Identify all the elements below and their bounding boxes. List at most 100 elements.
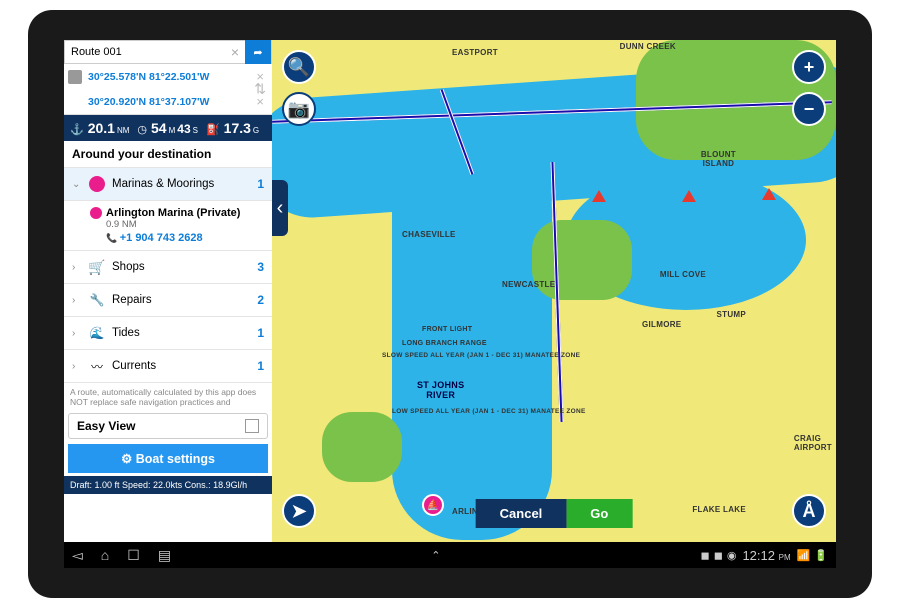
gps-icon: ◉: [727, 549, 737, 562]
map-label: STUMP: [717, 310, 747, 319]
waypoint-start-coords: 30°25.578'N 81°22.501'W: [88, 71, 252, 83]
shop-icon: 🛒: [88, 258, 106, 276]
search-button[interactable]: 🔍: [282, 50, 316, 84]
poi-pin-icon: [90, 207, 102, 219]
poi-phone[interactable]: +1 904 743 2628: [106, 232, 264, 244]
back-button[interactable]: ◅: [72, 547, 83, 564]
share-button[interactable]: ➦: [245, 40, 271, 64]
poi-name-row: Arlington Marina (Private): [90, 207, 264, 219]
nav-icons: ◅ ⌂ ☐ ▤: [72, 547, 171, 564]
sidebar-collapse-tab[interactable]: ‹: [272, 180, 288, 236]
repair-icon: 🔧: [88, 291, 106, 309]
clock-ampm: PM: [779, 553, 791, 562]
category-count: 1: [257, 359, 264, 373]
share-icon: ➦: [253, 46, 262, 59]
recent-apps-button[interactable]: ☐: [127, 547, 140, 564]
category-shops[interactable]: › 🛒 Shops 3: [64, 251, 272, 284]
distance-unit: NM: [117, 126, 129, 135]
category-count: 3: [257, 260, 264, 274]
camera-icon: 📷: [288, 99, 310, 120]
category-currents[interactable]: › 〰 Currents 1: [64, 350, 272, 383]
fuel-icon: ⛽: [206, 123, 220, 136]
route-header: × ➦: [64, 40, 272, 64]
currents-icon: 〰: [88, 357, 106, 375]
tablet-frame: × ➦ 30°25.578'N 81°22.501'W × 30°20.920'…: [28, 10, 872, 598]
swap-waypoints-icon[interactable]: ⇅: [254, 81, 266, 98]
notification-icon: ◼: [714, 549, 723, 562]
search-icon: 🔍: [288, 57, 310, 78]
overflow-icon[interactable]: ⌃: [431, 549, 440, 562]
clear-route-icon[interactable]: ×: [225, 44, 245, 60]
category-tides[interactable]: › 🌊 Tides 1: [64, 317, 272, 350]
map-label: DUNN CREEK: [620, 42, 676, 51]
map-label: CRAIG AIRPORT: [794, 434, 832, 452]
waypoint-end-coords: 30°20.920'N 81°37.107'W: [88, 96, 252, 108]
route-action-buttons: Cancel Go: [476, 499, 633, 528]
status-tray-right: 📶 🔋: [797, 549, 828, 562]
tides-icon: 🌊: [88, 324, 106, 342]
easy-view-label: Easy View: [77, 419, 245, 433]
anchor-icon: ⚓: [70, 123, 84, 136]
map-label: FLAKE LAKE: [692, 505, 746, 514]
category-label: Currents: [112, 360, 257, 372]
boat-settings-button[interactable]: Boat settings: [68, 444, 268, 473]
fuel-value: 17.3: [224, 120, 251, 136]
poi-name: Arlington Marina (Private): [106, 207, 240, 219]
waypoint-start-icon: [68, 70, 82, 84]
divider-icon: Å: [803, 501, 816, 522]
time-sec-value: 43: [177, 122, 190, 136]
nautical-chart[interactable]: EASTPORT DUNN CREEK BLOUNT ISLAND CHASEV…: [272, 40, 836, 542]
waypoint-end-icon: [68, 95, 82, 109]
map-label: FRONT LIGHT: [422, 326, 472, 333]
go-button[interactable]: Go: [566, 499, 632, 528]
android-system-bar: ◅ ⌂ ☐ ▤ ⌃ ◼ ◼ ◉ 12:12 PM 📶 🔋: [64, 542, 836, 568]
category-count: 2: [257, 293, 264, 307]
locate-button[interactable]: ➤: [282, 494, 316, 528]
map-label: ST JOHNS RIVER: [417, 380, 464, 400]
boat-params-line: Draft: 1.00 ft Speed: 22.0kts Cons.: 18.…: [64, 476, 272, 494]
category-label: Tides: [112, 327, 257, 339]
marina-icon: [88, 175, 106, 193]
zoom-in-button[interactable]: +: [792, 50, 826, 84]
clock-icon: ◷: [137, 123, 147, 136]
waypoint-start[interactable]: 30°25.578'N 81°22.501'W ×: [64, 64, 272, 89]
waypoints-panel: 30°25.578'N 81°22.501'W × 30°20.920'N 81…: [64, 64, 272, 115]
chevron-right-icon: ›: [72, 328, 82, 339]
cancel-button[interactable]: Cancel: [476, 499, 567, 528]
minus-icon: −: [804, 99, 815, 120]
map-label: MILL COVE: [660, 270, 706, 279]
home-button[interactable]: ⌂: [101, 547, 109, 563]
measure-button[interactable]: Å: [792, 494, 826, 528]
map-label: GILMORE: [642, 320, 681, 329]
hazard-marker-icon: [592, 190, 606, 202]
camera-button[interactable]: 📷: [282, 92, 316, 126]
chevron-right-icon: ›: [72, 295, 82, 306]
category-label: Marinas & Moorings: [112, 178, 257, 190]
waypoint-end[interactable]: 30°20.920'N 81°37.107'W ×: [64, 89, 272, 114]
route-stats-bar: ⚓ 20.1 NM ◷ 54 M 43 S ⛽ 17.3 G: [64, 115, 272, 141]
map-label: SLOW SPEED ALL YEAR (JAN 1 - DEC 31) MAN…: [382, 352, 580, 359]
zoom-out-button[interactable]: −: [792, 92, 826, 126]
screen: × ➦ 30°25.578'N 81°22.501'W × 30°20.920'…: [64, 40, 836, 568]
easy-view-toggle[interactable]: Easy View: [68, 413, 268, 439]
category-label: Repairs: [112, 294, 257, 306]
easy-view-checkbox[interactable]: [245, 419, 259, 433]
battery-icon: 🔋: [814, 549, 828, 562]
wifi-icon: 📶: [797, 549, 811, 562]
route-name-input[interactable]: [65, 43, 225, 61]
plus-icon: +: [804, 57, 815, 78]
land-area: [322, 412, 402, 482]
map-label: LONG BRANCH RANGE: [402, 340, 487, 347]
poi-item[interactable]: Arlington Marina (Private) 0.9 NM +1 904…: [64, 201, 272, 251]
map-label: LOW SPEED ALL YEAR (JAN 1 - DEC 31) MANA…: [392, 408, 586, 415]
route-disclaimer: A route, automatically calculated by thi…: [64, 383, 272, 411]
time-min-value: 54: [151, 120, 167, 136]
boat-settings-label: Boat settings: [136, 452, 215, 466]
category-count: 1: [257, 177, 264, 191]
category-count: 1: [257, 326, 264, 340]
map-label: NEWCASTLE: [502, 280, 555, 289]
category-repairs[interactable]: › 🔧 Repairs 2: [64, 284, 272, 317]
category-marinas[interactable]: ⌄ Marinas & Moorings 1: [64, 168, 272, 201]
screenshot-button[interactable]: ▤: [158, 547, 171, 564]
map-label: CHASEVILLE: [402, 230, 456, 239]
